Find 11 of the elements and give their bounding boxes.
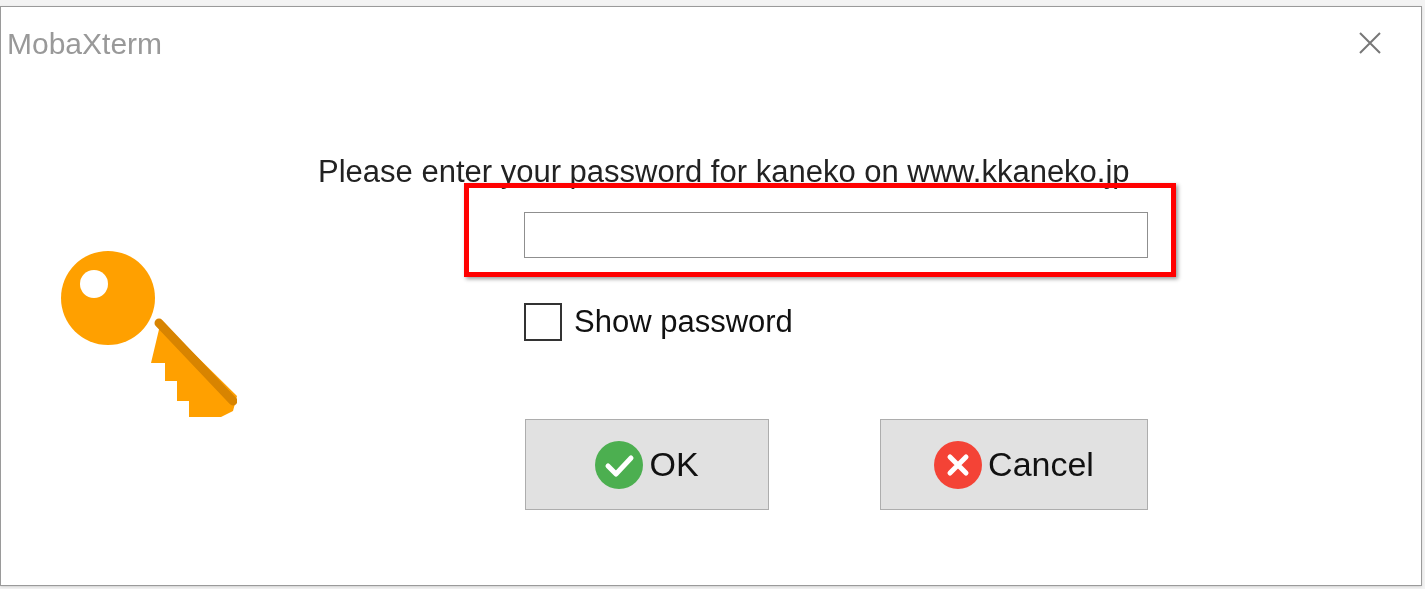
cancel-button[interactable]: Cancel [880, 419, 1148, 510]
window-title: MobaXterm [7, 25, 163, 62]
check-icon [595, 440, 644, 489]
close-icon [934, 440, 983, 489]
ok-button[interactable]: OK [525, 419, 769, 510]
key-icon [61, 251, 237, 417]
close-icon[interactable] [1359, 32, 1381, 54]
prompt-text: Please enter your password for kaneko on www.kkaneko.jp [318, 153, 1131, 191]
show-password-checkbox[interactable] [524, 302, 562, 341]
password-field[interactable] [524, 211, 1148, 258]
checkbox-label: Show password [574, 302, 793, 341]
